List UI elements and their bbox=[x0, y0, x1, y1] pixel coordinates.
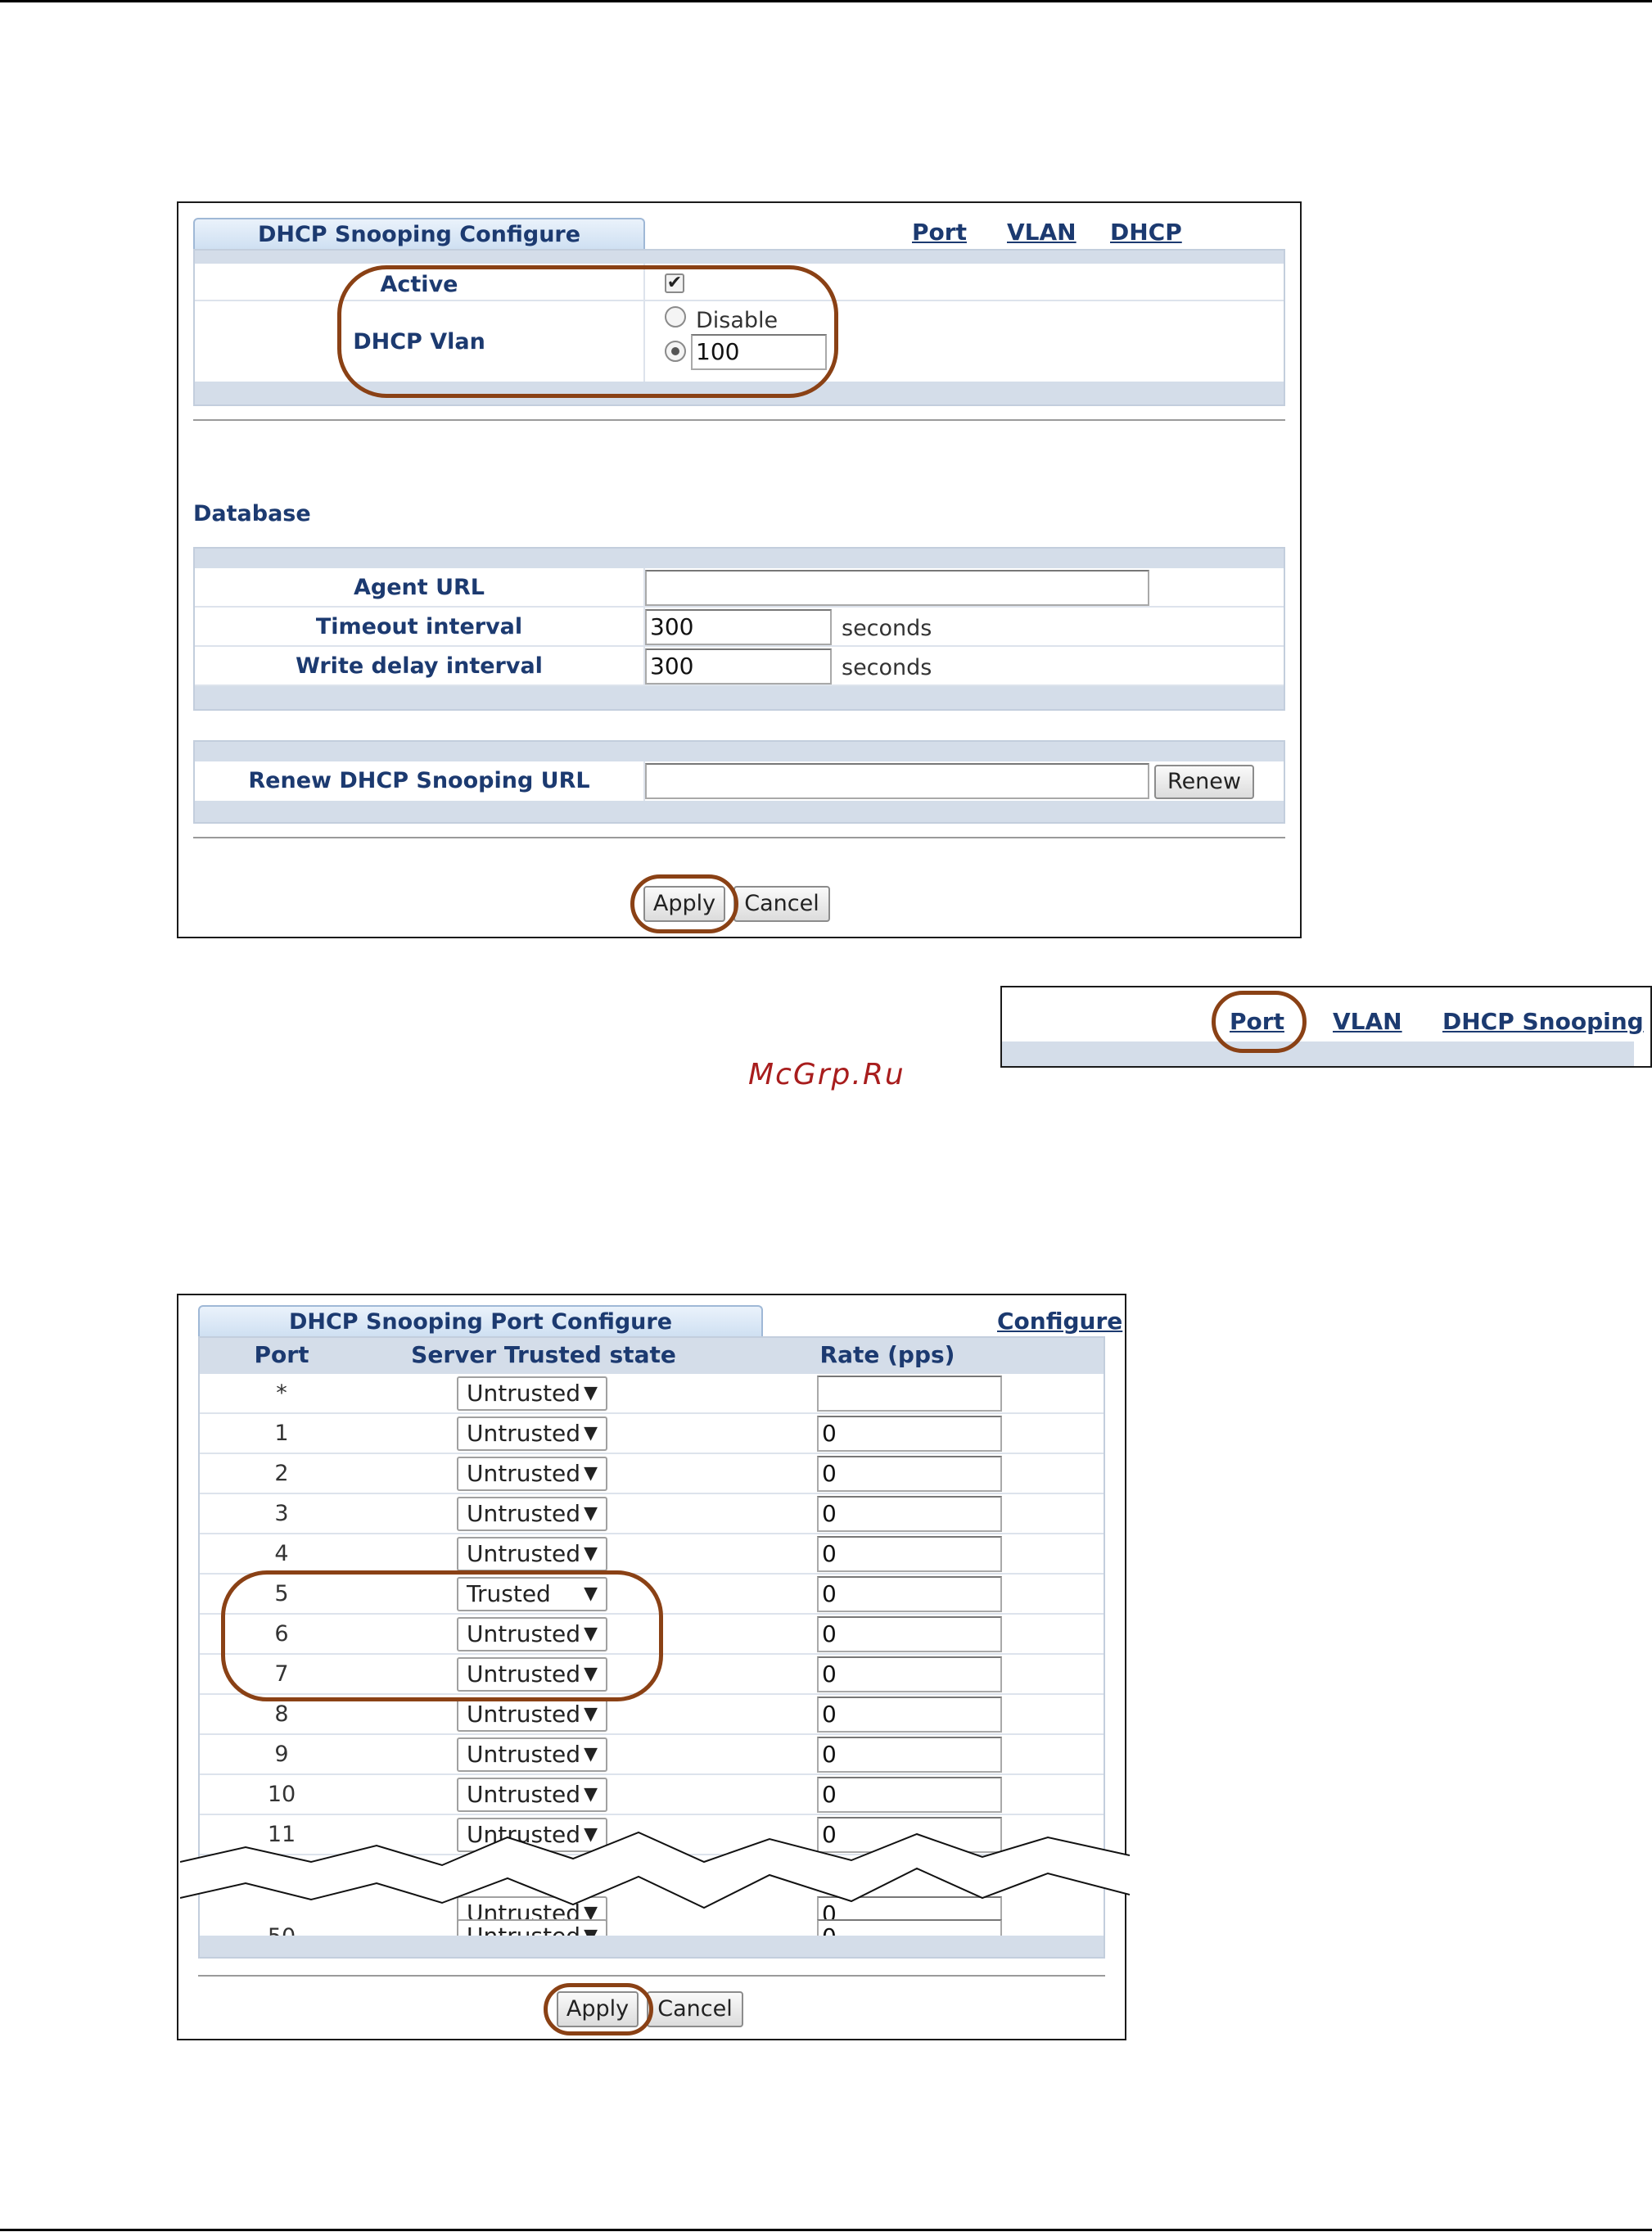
timeout-unit: seconds bbox=[842, 616, 932, 641]
select-value: Untrusted bbox=[467, 1500, 581, 1527]
chevron-down-icon: ▼ bbox=[584, 1383, 598, 1403]
active-vlan-highlight bbox=[337, 265, 838, 398]
write-delay-unit: seconds bbox=[842, 655, 932, 680]
port-cancel-button[interactable]: Cancel bbox=[647, 1991, 743, 2027]
renew-url-label: Renew DHCP Snooping URL bbox=[248, 768, 590, 793]
chevron-down-icon: ▼ bbox=[584, 1784, 598, 1805]
timeout-label: Timeout interval bbox=[315, 614, 523, 639]
apply-highlight bbox=[630, 874, 738, 933]
table-row: 9 Untrusted ▼ 0 bbox=[200, 1735, 1104, 1775]
trusted-state-select[interactable]: Untrusted ▼ bbox=[457, 1457, 607, 1491]
rate-input[interactable]: 0 bbox=[817, 1656, 1002, 1692]
configure-screen: DHCP Snooping Configure Port VLAN DHCP S… bbox=[177, 201, 1302, 938]
table-row: 4 Untrusted ▼ 0 bbox=[200, 1534, 1104, 1575]
select-value: Untrusted bbox=[467, 1701, 581, 1728]
select-value: Untrusted bbox=[467, 1741, 581, 1768]
chevron-down-icon: ▼ bbox=[584, 1503, 598, 1524]
port-number: 3 bbox=[274, 1501, 289, 1526]
rate-input[interactable]: 0 bbox=[817, 1576, 1002, 1612]
database-heading: Database bbox=[193, 501, 311, 526]
select-value: Untrusted bbox=[467, 1540, 581, 1567]
renew-url-input[interactable] bbox=[645, 763, 1149, 799]
trusted-state-select[interactable]: Untrusted ▼ bbox=[457, 1416, 607, 1451]
select-value: Untrusted bbox=[467, 1380, 581, 1407]
write-delay-label: Write delay interval bbox=[296, 653, 543, 679]
rate-input[interactable]: 0 bbox=[817, 1616, 1002, 1652]
separator bbox=[198, 1975, 1105, 1977]
chevron-down-icon: ▼ bbox=[584, 1463, 598, 1484]
rate-input[interactable]: 0 bbox=[817, 1416, 1002, 1452]
agent-url-label: Agent URL bbox=[354, 575, 485, 600]
trusted-state-select[interactable]: Untrusted ▼ bbox=[457, 1497, 607, 1531]
rate-input[interactable]: 0 bbox=[817, 1697, 1002, 1733]
port-number: * bbox=[276, 1380, 287, 1406]
port-number: 2 bbox=[274, 1461, 289, 1486]
port-link-highlight bbox=[1212, 991, 1307, 1053]
panel-footer-bar bbox=[195, 686, 1284, 709]
panel-header-bar bbox=[195, 251, 1284, 264]
table-footer bbox=[200, 1936, 1104, 1957]
rate-input[interactable]: 0 bbox=[817, 1536, 1002, 1572]
trusted-state-select[interactable]: Untrusted ▼ bbox=[457, 1697, 607, 1732]
timeout-input[interactable]: 300 bbox=[645, 609, 832, 645]
table-row: 10 Untrusted ▼ 0 bbox=[200, 1775, 1104, 1815]
chevron-down-icon: ▼ bbox=[584, 1423, 598, 1444]
table-row: * Untrusted ▼ bbox=[200, 1374, 1104, 1414]
port-number: 8 bbox=[274, 1701, 289, 1727]
panel-footer-bar bbox=[195, 801, 1284, 822]
bottom-rule bbox=[0, 2229, 1652, 2231]
chevron-down-icon: ▼ bbox=[584, 1744, 598, 1764]
col-port-header: Port bbox=[254, 1341, 309, 1368]
col-rate-header: Rate (pps) bbox=[819, 1341, 955, 1368]
top-rule bbox=[0, 0, 1652, 2]
table-row: 3 Untrusted ▼ 0 bbox=[200, 1494, 1104, 1534]
col-state-header: Server Trusted state bbox=[411, 1341, 676, 1368]
separator bbox=[193, 419, 1285, 421]
table-row-50 bbox=[200, 1913, 1104, 1914]
nav-callout: Port VLAN DHCP Snooping bbox=[1000, 986, 1652, 1068]
nav-port-link[interactable]: Port bbox=[912, 219, 967, 246]
watermark: McGrp.Ru bbox=[748, 1058, 905, 1091]
callout-vlan-link[interactable]: VLAN bbox=[1333, 1009, 1402, 1035]
port-number: 4 bbox=[274, 1541, 289, 1566]
cancel-button[interactable]: Cancel bbox=[733, 886, 830, 922]
write-delay-input[interactable]: 300 bbox=[645, 648, 832, 685]
select-value: Untrusted bbox=[467, 1420, 581, 1447]
panel-header-bar bbox=[195, 742, 1284, 761]
rate-input[interactable]: 0 bbox=[817, 1737, 1002, 1773]
callout-bar bbox=[1002, 1041, 1634, 1066]
table-row: 1 Untrusted ▼ 0 bbox=[200, 1414, 1104, 1454]
ports-5-7-highlight bbox=[221, 1570, 663, 1701]
agent-url-input[interactable] bbox=[645, 570, 1149, 606]
select-value: Untrusted bbox=[467, 1460, 581, 1487]
rate-input[interactable]: 0 bbox=[817, 1496, 1002, 1532]
port-tab-title: DHCP Snooping Port Configure bbox=[198, 1305, 763, 1336]
rate-input[interactable] bbox=[817, 1376, 1002, 1412]
panel-header-bar bbox=[195, 549, 1284, 568]
configure-tab-title: DHCP Snooping Configure bbox=[193, 218, 645, 249]
port-apply-highlight bbox=[544, 1983, 653, 2035]
port-screen: DHCP Snooping Port Configure Configure P… bbox=[177, 1294, 1130, 2040]
rate-input[interactable]: 0 bbox=[817, 1777, 1002, 1813]
port-number: 9 bbox=[274, 1742, 289, 1767]
rate-input[interactable]: 0 bbox=[817, 1456, 1002, 1492]
renew-button[interactable]: Renew bbox=[1154, 765, 1254, 799]
nav-vlan-link[interactable]: VLAN bbox=[1007, 219, 1077, 246]
trusted-state-select[interactable]: Untrusted ▼ bbox=[457, 1376, 607, 1411]
chevron-down-icon: ▼ bbox=[584, 1704, 598, 1724]
table-row: 2 Untrusted ▼ 0 bbox=[200, 1454, 1104, 1494]
port-number: 1 bbox=[274, 1421, 289, 1446]
select-value: Untrusted bbox=[467, 1781, 581, 1808]
renew-panel: Renew DHCP Snooping URL Renew bbox=[193, 740, 1285, 824]
port-number: 10 bbox=[267, 1782, 296, 1807]
configure-link[interactable]: Configure bbox=[997, 1308, 1122, 1335]
trusted-state-select[interactable]: Untrusted ▼ bbox=[457, 1778, 607, 1812]
chevron-down-icon: ▼ bbox=[584, 1543, 598, 1564]
separator bbox=[193, 837, 1285, 838]
callout-dhcp-snooping-link[interactable]: DHCP Snooping bbox=[1442, 1009, 1644, 1035]
database-panel: Agent URL Timeout interval 300 seconds W… bbox=[193, 547, 1285, 711]
trusted-state-select[interactable]: Untrusted ▼ bbox=[457, 1737, 607, 1772]
trusted-state-select[interactable]: Untrusted ▼ bbox=[457, 1537, 607, 1571]
